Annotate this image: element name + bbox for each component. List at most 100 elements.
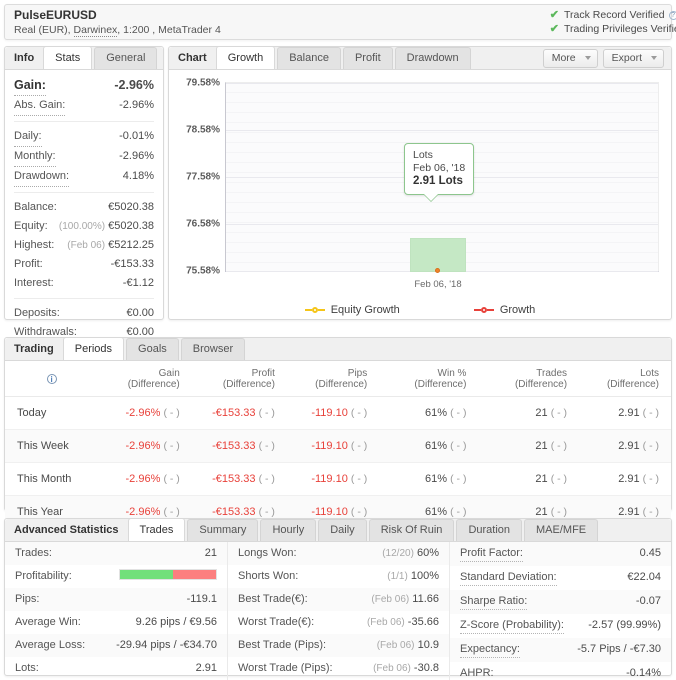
adv-worst-trade-eur-amount: -35.66 xyxy=(407,616,439,628)
chart-bar-lots[interactable] xyxy=(410,238,466,272)
tab-risk-of-ruin[interactable]: Risk Of Ruin xyxy=(368,519,455,541)
tab-summary[interactable]: Summary xyxy=(187,519,259,541)
table-row: This Week -2.96% ( - ) -€153.33 ( - ) -1… xyxy=(5,429,671,463)
info-panel-title: Info xyxy=(14,52,35,64)
adv-worst-trade-eur-prefix: (Feb 06) xyxy=(366,617,405,628)
divider xyxy=(14,192,154,193)
chart-plot[interactable]: 79.58% 78.58% 77.58% 76.58% 75.58% Lots … xyxy=(186,78,659,290)
stat-interest-label: Interest: xyxy=(14,277,54,289)
export-dropdown-label: Export xyxy=(611,51,642,64)
cell-pips-diff: ( - ) xyxy=(350,407,368,419)
adv-worst-trade-pips: Worst Trade (Pips): (Feb 06) -30.8 xyxy=(228,657,449,680)
cell-profit: -€153.33 ( - ) xyxy=(191,396,287,430)
advanced-panel-title: Advanced Statistics xyxy=(14,524,119,536)
adv-worst-trade-pips-prefix: (Feb 06) xyxy=(373,663,411,674)
adv-profit-factor: Profit Factor: 0.45 xyxy=(450,542,671,566)
cell-trades-value: 21 xyxy=(535,506,548,518)
cell-pips-value: -119.10 xyxy=(311,473,348,485)
cell-gain-value: -2.96% xyxy=(125,407,161,419)
adv-longs-won-prefix: (12/20) xyxy=(382,548,414,559)
adv-longs-won-pct: 60% xyxy=(416,547,439,559)
chevron-down-icon xyxy=(584,56,591,60)
account-name: PulseEURUSD xyxy=(14,7,97,22)
stat-abs-gain-label: Abs. Gain: xyxy=(14,96,66,116)
cell-trades-value: 21 xyxy=(535,473,548,485)
tab-hourly[interactable]: Hourly xyxy=(260,519,317,541)
tab-mae-mfe[interactable]: MAE/MFE xyxy=(524,519,599,541)
gridline xyxy=(226,83,658,84)
adv-best-trade-pips-prefix: (Feb 06) xyxy=(376,640,415,651)
adv-standard-deviation-label: Standard Deviation: xyxy=(460,570,557,586)
trading-panel-title: Trading xyxy=(14,343,54,355)
cell-win-value: 61% xyxy=(425,440,448,452)
stat-profit: Profit: -€153.33 xyxy=(14,255,154,274)
adv-worst-trade-pips-label: Worst Trade (Pips): xyxy=(238,662,333,674)
trading-tabstrip: Trading Periods Goals Browser xyxy=(5,337,671,361)
adv-expectancy-label: Expectancy: xyxy=(460,642,520,658)
profitability-bar xyxy=(119,569,217,580)
adv-best-trade-pips-amount: 10.9 xyxy=(417,639,439,651)
legend-item-growth[interactable]: Growth xyxy=(473,304,535,316)
cell-lots: 2.91 ( - ) xyxy=(579,396,671,430)
tab-periods[interactable]: Periods xyxy=(62,337,125,360)
stat-equity-label: Equity: xyxy=(14,220,48,232)
tab-stats[interactable]: Stats xyxy=(43,46,93,69)
help-circle-icon[interactable]: ? xyxy=(668,10,676,20)
tab-profit[interactable]: Profit xyxy=(342,47,393,69)
cell-pips-diff: ( - ) xyxy=(350,473,368,485)
cell-period: This Month xyxy=(5,462,99,496)
more-dropdown[interactable]: More xyxy=(542,48,598,68)
chart-point-marker[interactable] xyxy=(435,268,440,273)
stat-interest-value: -€1.12 xyxy=(122,277,154,289)
table-header-row: i Gain (Difference) Profit (Difference) … xyxy=(5,361,671,397)
adv-z-score-label: Z-Score (Probability): xyxy=(460,618,564,634)
adv-best-trade-eur-amount: 11.66 xyxy=(412,593,439,605)
stat-profit-label: Profit: xyxy=(14,258,43,270)
trading-table-head: i Gain (Difference) Profit (Difference) … xyxy=(5,361,671,397)
cell-pips: -119.10 ( - ) xyxy=(286,462,380,496)
tab-drawdown[interactable]: Drawdown xyxy=(394,47,471,69)
stat-deposits-value: €0.00 xyxy=(126,307,154,319)
advanced-column-2: Longs Won: (12/20) 60% Shorts Won: (1/1)… xyxy=(227,542,449,680)
stat-abs-gain: Abs. Gain: -2.96% xyxy=(14,96,154,116)
tooltip-series: Lots xyxy=(413,149,433,161)
verification-track-record: ✔ Track Record Verified ? xyxy=(550,8,676,22)
tab-duration[interactable]: Duration xyxy=(456,519,523,541)
cell-trades: 21 ( - ) xyxy=(478,429,580,463)
info-circle-icon[interactable]: i xyxy=(46,373,57,384)
tab-goals[interactable]: Goals xyxy=(126,338,179,360)
cell-gain-value: -2.96% xyxy=(125,440,161,452)
cell-win-value: 61% xyxy=(425,407,448,419)
stat-equity-value: (100.00%) €5020.38 xyxy=(59,217,154,236)
legend-item-equity-growth[interactable]: Equity Growth xyxy=(304,304,400,316)
tab-trades[interactable]: Trades xyxy=(127,518,186,541)
tab-balance[interactable]: Balance xyxy=(277,47,341,69)
cell-profit-value: -€153.33 xyxy=(212,440,256,452)
tab-browser[interactable]: Browser xyxy=(180,338,246,360)
adv-sharpe-ratio: Sharpe Ratio: -0.07 xyxy=(450,590,671,614)
tab-general[interactable]: General xyxy=(94,47,158,69)
cell-pips-value: -119.10 xyxy=(311,506,348,518)
adv-pips: Pips: -119.1 xyxy=(5,588,227,611)
adv-shorts-won-prefix: (1/1) xyxy=(387,571,408,582)
cell-period: Today xyxy=(5,396,99,430)
y-tick-3: 76.58% xyxy=(186,218,220,230)
stat-gain-value: -2.96% xyxy=(114,78,154,92)
y-tick-0: 79.58% xyxy=(186,77,220,89)
tab-growth[interactable]: Growth xyxy=(215,46,276,69)
tab-daily[interactable]: Daily xyxy=(318,519,367,541)
column-trades: Trades (Difference) xyxy=(478,361,580,397)
export-dropdown[interactable]: Export xyxy=(602,48,664,68)
broker-link[interactable]: Darwinex xyxy=(73,23,118,37)
cell-profit-value: -€153.33 xyxy=(212,473,256,485)
cell-pips: -119.10 ( - ) xyxy=(286,396,380,430)
cell-profit: -€153.33 ( - ) xyxy=(191,462,287,496)
verification-track-record-label: Track Record Verified xyxy=(564,9,665,21)
advanced-column-1: Trades: 21 Profitability: Pips: -119.1 A… xyxy=(5,542,227,680)
adv-average-loss-label: Average Loss: xyxy=(15,639,86,651)
cell-gain-value: -2.96% xyxy=(125,473,161,485)
cell-profit-diff: ( - ) xyxy=(258,473,275,485)
account-type: Real (EUR), xyxy=(14,23,74,36)
info-tabstrip: Info Stats General xyxy=(5,46,163,70)
adv-shorts-won: Shorts Won: (1/1) 100% xyxy=(228,565,449,588)
